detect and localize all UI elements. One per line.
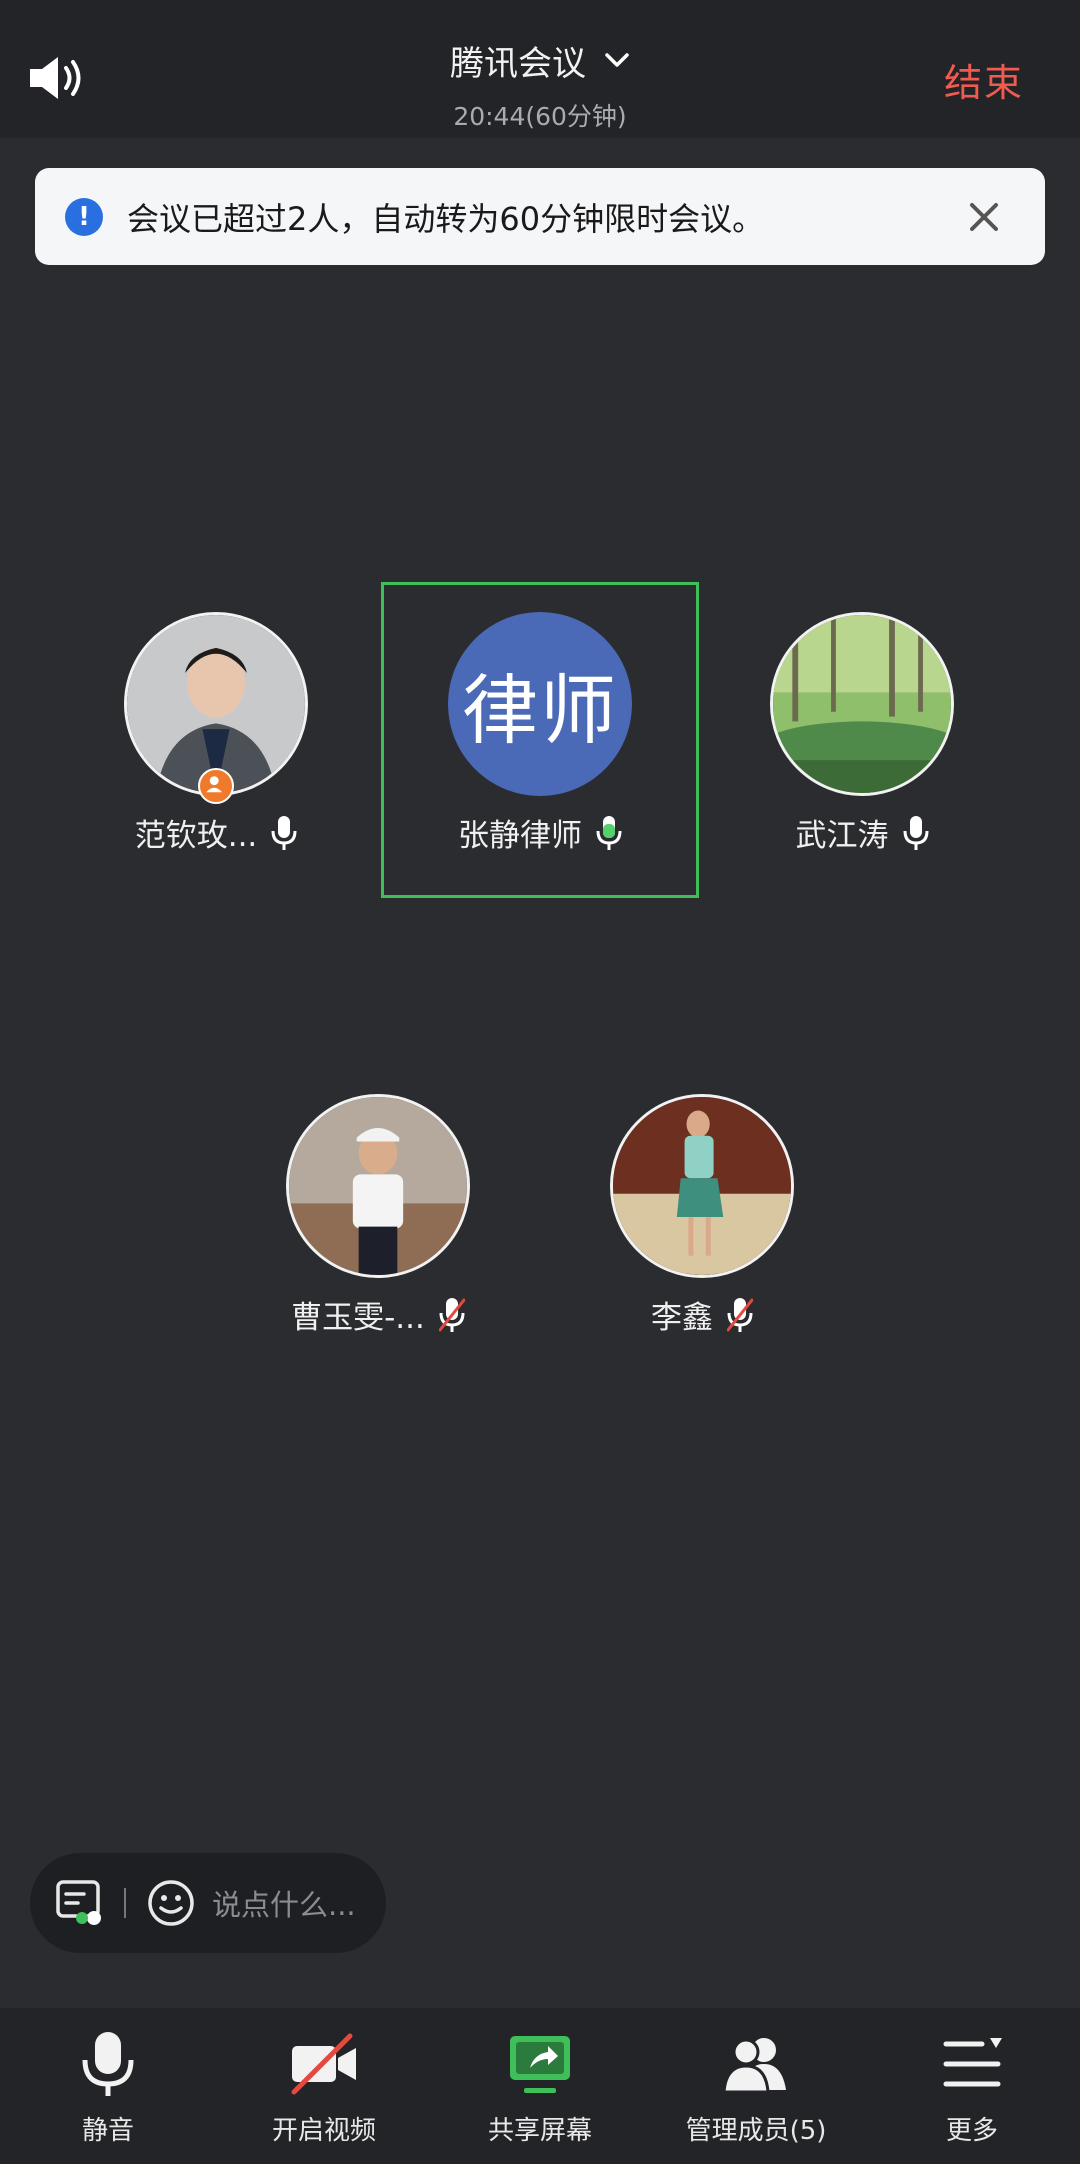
participant-tile[interactable]: 李鑫 bbox=[552, 1094, 852, 1337]
share-screen-button[interactable]: 共享屏幕 bbox=[432, 2008, 648, 2164]
participant-tile[interactable]: 武江涛 bbox=[712, 612, 1012, 855]
emoji-icon[interactable] bbox=[146, 1878, 196, 1928]
avatar bbox=[770, 612, 954, 796]
members-icon bbox=[722, 2038, 786, 2094]
share-screen-label: 共享屏幕 bbox=[487, 2116, 592, 2146]
share-screen-icon bbox=[510, 2036, 570, 2093]
participant-name: 曹玉雯-... bbox=[291, 1300, 425, 1336]
title-area[interactable]: 腾讯会议 20:44(60分钟) bbox=[0, 36, 1080, 133]
host-badge-icon bbox=[198, 768, 234, 804]
participant-name: 范钦玫... bbox=[134, 818, 258, 854]
avatar-photo bbox=[289, 1097, 467, 1275]
chevron-down-icon[interactable] bbox=[604, 52, 630, 70]
microphone-icon bbox=[82, 2032, 134, 2096]
avatar-photo bbox=[127, 615, 305, 793]
avatar bbox=[286, 1094, 470, 1278]
microphone-icon bbox=[271, 815, 297, 850]
bottom-toolbar: 静音 开启视频 共享屏幕 管理成员(5) 更多 bbox=[0, 2008, 1080, 2164]
manage-members-button[interactable]: 管理成员(5) bbox=[648, 2008, 864, 2164]
participant-name: 武江涛 bbox=[795, 818, 889, 854]
chat-placeholder[interactable]: 说点什么... bbox=[212, 1882, 356, 1924]
close-icon[interactable] bbox=[967, 200, 1001, 234]
avatar-photo bbox=[613, 1097, 791, 1275]
participant-tile[interactable]: 律师 张静律师 bbox=[390, 612, 690, 855]
meeting-header: 腾讯会议 20:44(60分钟) 结束 bbox=[0, 0, 1080, 138]
avatar-photo bbox=[773, 615, 951, 793]
info-icon: ! bbox=[65, 197, 103, 236]
meeting-title[interactable]: 腾讯会议 bbox=[450, 36, 586, 85]
microphone-speaking-icon bbox=[596, 815, 622, 850]
avatar bbox=[610, 1094, 794, 1278]
mute-label: 静音 bbox=[81, 2116, 134, 2146]
notice-banner: ! 会议已超过2人，自动转为60分钟限时会议。 bbox=[35, 168, 1045, 265]
more-menu-icon bbox=[943, 2038, 1002, 2087]
mute-button[interactable]: 静音 bbox=[0, 2008, 216, 2164]
end-meeting-button[interactable]: 结束 bbox=[944, 52, 1024, 107]
divider bbox=[124, 1888, 126, 1918]
participant-name: 李鑫 bbox=[651, 1300, 713, 1336]
microphone-muted-icon bbox=[438, 1297, 465, 1332]
more-label: 更多 bbox=[945, 2116, 998, 2146]
start-video-button[interactable]: 开启视频 bbox=[216, 2008, 432, 2164]
participant-tile[interactable]: 曹玉雯-... bbox=[228, 1094, 528, 1337]
start-video-label: 开启视频 bbox=[271, 2116, 376, 2146]
more-button[interactable]: 更多 bbox=[864, 2008, 1080, 2164]
microphone-muted-icon bbox=[727, 1297, 753, 1332]
notice-message: 会议已超过2人，自动转为60分钟限时会议。 bbox=[127, 199, 765, 238]
chat-input-bar[interactable]: 说点什么... bbox=[30, 1853, 386, 1953]
meeting-time: 20:44(60分钟) bbox=[453, 102, 627, 131]
participant-tile[interactable]: 范钦玫... bbox=[66, 612, 366, 855]
camera-off-icon bbox=[291, 2033, 356, 2095]
manage-members-label: 管理成员(5) bbox=[685, 2116, 827, 2146]
microphone-icon bbox=[903, 815, 928, 850]
chat-list-icon[interactable] bbox=[54, 1878, 104, 1928]
participant-name: 张静律师 bbox=[458, 818, 582, 854]
avatar: 律师 bbox=[448, 612, 632, 796]
